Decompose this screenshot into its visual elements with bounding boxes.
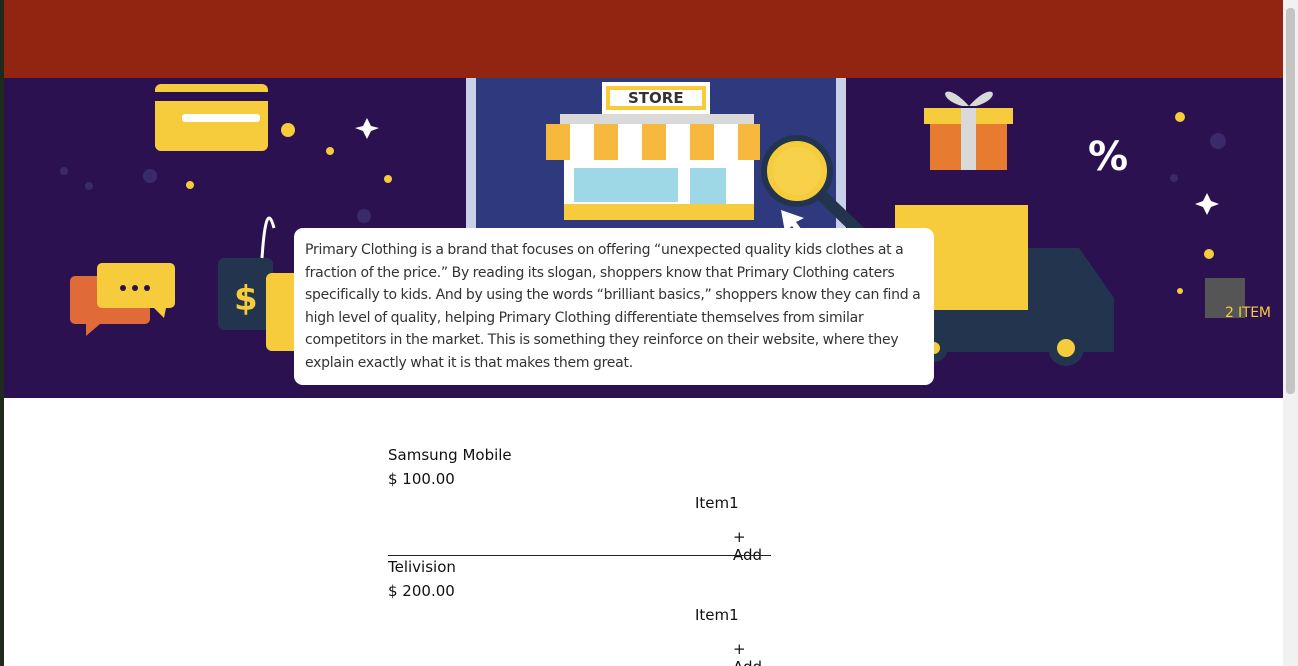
percent-sign-text: % <box>1088 134 1128 180</box>
svg-text:$: $ <box>234 279 258 319</box>
product-item-label: Item1 <box>695 606 739 624</box>
product-price: $ 200.00 <box>388 582 455 600</box>
add-button[interactable]: + Add <box>733 640 775 666</box>
header-bar <box>4 0 1283 78</box>
product-name: Telivision <box>388 558 456 576</box>
store-sign-text: STORE <box>628 89 684 107</box>
brand-description-text: Primary Clothing is a brand that focuses… <box>305 242 921 371</box>
product-item-label: Item1 <box>695 494 739 512</box>
page: $ STORE % Primary Clothing is a brand th… <box>4 0 1283 666</box>
product-price: $ 100.00 <box>388 470 455 488</box>
product-item: Telivision $ 200.00 Item1 + Add <box>388 558 775 666</box>
scrollbar-thumb[interactable] <box>1286 8 1295 394</box>
product-list: Samsung Mobile $ 100.00 Item1 + Add Teli… <box>388 446 775 666</box>
cart-item-count[interactable]: 2 ITEM <box>1225 305 1271 321</box>
brand-description-card: Primary Clothing is a brand that focuses… <box>294 228 934 385</box>
product-name: Samsung Mobile <box>388 446 512 464</box>
divider <box>388 555 771 556</box>
product-item: Samsung Mobile $ 100.00 Item1 + Add <box>388 446 775 564</box>
